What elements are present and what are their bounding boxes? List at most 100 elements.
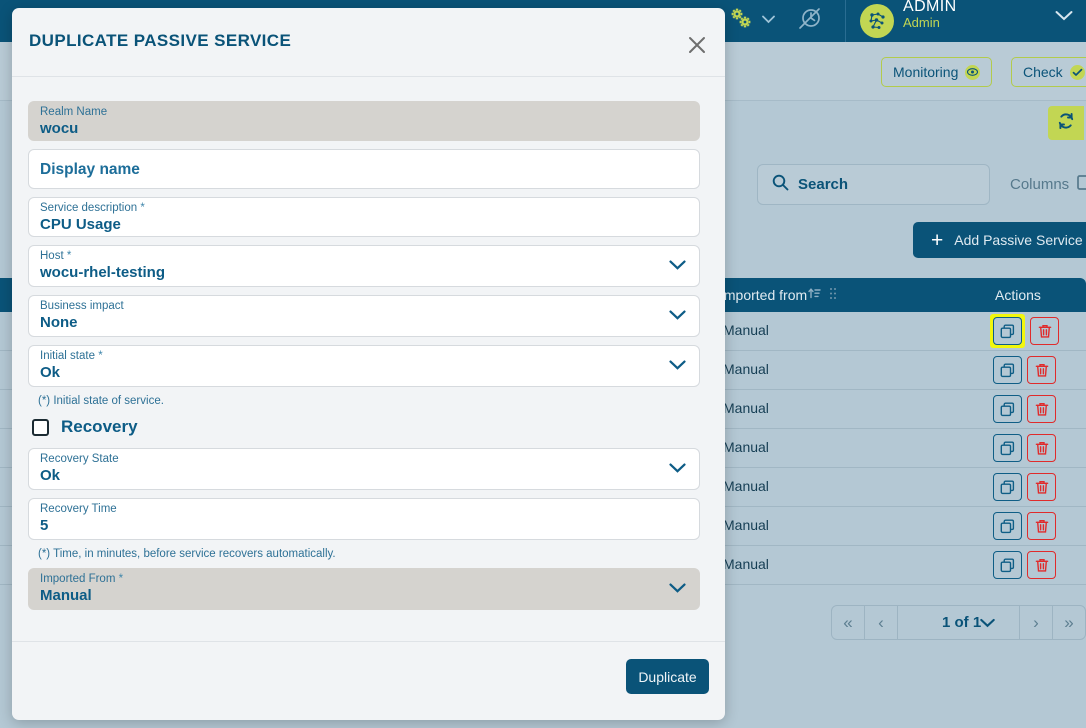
imported-from-select: Imported From * Manual bbox=[28, 568, 700, 610]
cell-imported-from: Manual bbox=[723, 439, 769, 455]
refresh-button[interactable] bbox=[1048, 106, 1084, 140]
imported-from-value: Manual bbox=[40, 587, 92, 604]
dialog-footer: Duplicate bbox=[12, 641, 725, 720]
trash-icon[interactable] bbox=[1030, 317, 1059, 345]
user-name: ADMIN bbox=[903, 0, 957, 15]
user-info[interactable]: ADMIN Admin bbox=[903, 0, 957, 29]
trash-icon[interactable] bbox=[1027, 356, 1056, 384]
row-actions bbox=[993, 512, 1056, 540]
trash-icon[interactable] bbox=[1027, 395, 1056, 423]
chevron-down-icon bbox=[669, 580, 686, 598]
app-root: ADMIN Admin Monitoring Check Search Colu… bbox=[0, 0, 1086, 728]
display-name-placeholder: Display name bbox=[40, 161, 140, 178]
duplicate-icon[interactable] bbox=[993, 551, 1022, 579]
recovery-time-hint: (*) Time, in minutes, before service rec… bbox=[38, 548, 336, 560]
cell-imported-from: Manual bbox=[723, 478, 769, 494]
duplicate-passive-service-dialog: DUPLICATE PASSIVE SERVICE Realm Name woc… bbox=[12, 8, 725, 720]
realm-name-label: Realm Name bbox=[40, 106, 108, 118]
cell-imported-from: Manual bbox=[723, 361, 769, 377]
required-asterisk: * bbox=[98, 350, 103, 362]
check-tab[interactable]: Check bbox=[1011, 57, 1086, 87]
chevron-down-icon bbox=[669, 460, 686, 478]
add-passive-service-button[interactable]: + Add Passive Service bbox=[913, 222, 1086, 258]
chevron-down-icon bbox=[669, 307, 686, 325]
service-description-field[interactable]: Service description * CPU Usage bbox=[28, 197, 700, 237]
row-actions bbox=[993, 356, 1056, 384]
dialog-body: Realm Name wocu Display name Service des… bbox=[12, 77, 725, 641]
user-chevron-down-icon[interactable] bbox=[1055, 8, 1073, 26]
trash-icon[interactable] bbox=[1027, 473, 1056, 501]
duplicate-icon[interactable] bbox=[993, 434, 1022, 462]
trash-icon[interactable] bbox=[1027, 512, 1056, 540]
plus-icon: + bbox=[931, 228, 944, 252]
host-value: wocu-rhel-testing bbox=[40, 264, 166, 281]
required-asterisk: * bbox=[118, 573, 124, 585]
recovery-toggle[interactable]: Recovery bbox=[32, 417, 709, 437]
refresh-icon bbox=[1057, 112, 1075, 135]
recovery-checkbox[interactable] bbox=[32, 418, 49, 436]
row-actions bbox=[993, 434, 1056, 462]
recovery-time-field[interactable]: Recovery Time 5 bbox=[28, 498, 700, 540]
columns-icon bbox=[1077, 174, 1086, 195]
history-clock-icon[interactable] bbox=[795, 5, 825, 33]
realm-name-field: Realm Name wocu bbox=[28, 101, 700, 141]
search-input[interactable]: Search bbox=[757, 164, 990, 205]
duplicate-button[interactable]: Duplicate bbox=[626, 659, 709, 694]
recovery-state-label: Recovery State bbox=[40, 453, 119, 465]
topbar-divider bbox=[845, 0, 846, 42]
pagination-page-selector[interactable]: 1 of 1 bbox=[898, 606, 1019, 639]
pagination-last-button[interactable]: » bbox=[1052, 606, 1085, 639]
required-asterisk: * bbox=[66, 250, 72, 262]
column-header-imported-from[interactable]: Imported from bbox=[720, 287, 807, 303]
duplicate-icon[interactable] bbox=[993, 317, 1022, 345]
monitoring-tab[interactable]: Monitoring bbox=[881, 57, 993, 87]
drag-grip-icon[interactable] bbox=[829, 287, 837, 303]
avatar-icon[interactable] bbox=[860, 4, 894, 38]
cell-imported-from: Manual bbox=[723, 322, 769, 338]
pagination-prev-button[interactable]: ‹ bbox=[865, 606, 898, 639]
trash-icon[interactable] bbox=[1027, 551, 1056, 579]
paginator: « ‹ 1 of 1 › » bbox=[831, 605, 1086, 640]
row-actions bbox=[990, 314, 1059, 348]
pagination-next-button[interactable]: › bbox=[1019, 606, 1052, 639]
monitoring-label: Monitoring bbox=[893, 64, 959, 80]
duplicate-icon[interactable] bbox=[993, 473, 1022, 501]
settings-chevron-down-icon[interactable] bbox=[760, 6, 776, 32]
realm-name-value: wocu bbox=[40, 120, 79, 137]
duplicate-icon[interactable] bbox=[993, 356, 1022, 384]
search-placeholder: Search bbox=[798, 176, 849, 193]
required-asterisk: * bbox=[140, 202, 145, 214]
initial-state-hint: (*) Initial state of service. bbox=[38, 395, 164, 407]
row-actions bbox=[993, 551, 1056, 579]
duplicate-icon[interactable] bbox=[993, 512, 1022, 540]
pagination-page-label: 1 of 1 bbox=[942, 614, 982, 631]
chevron-down-icon bbox=[669, 257, 686, 275]
initial-state-select[interactable]: Initial state * Ok bbox=[28, 345, 700, 387]
duplicate-action-highlight bbox=[990, 314, 1025, 348]
recovery-state-value: Ok bbox=[40, 467, 61, 484]
pagination-chevron-down-icon bbox=[980, 614, 995, 631]
columns-control[interactable]: Columns bbox=[1010, 174, 1086, 195]
initial-state-value: Ok bbox=[40, 364, 61, 381]
search-icon bbox=[772, 174, 789, 196]
close-icon[interactable] bbox=[681, 29, 713, 61]
row-actions bbox=[993, 473, 1056, 501]
imported-from-label: Imported From * bbox=[40, 573, 124, 585]
recovery-state-select[interactable]: Recovery State Ok bbox=[28, 448, 700, 490]
host-select[interactable]: Host * wocu-rhel-testing bbox=[28, 245, 700, 287]
dialog-title: DUPLICATE PASSIVE SERVICE bbox=[29, 31, 292, 50]
sort-icon[interactable] bbox=[808, 287, 821, 303]
display-name-field[interactable]: Display name bbox=[28, 149, 700, 189]
gears-icon[interactable] bbox=[726, 5, 756, 33]
initial-state-label: Initial state * bbox=[40, 350, 103, 362]
business-impact-select[interactable]: Business impact None bbox=[28, 295, 700, 337]
business-impact-label: Business impact bbox=[40, 300, 124, 312]
recovery-time-value: 5 bbox=[40, 517, 49, 534]
cell-imported-from: Manual bbox=[723, 400, 769, 416]
user-role: Admin bbox=[903, 14, 940, 30]
cell-imported-from: Manual bbox=[723, 517, 769, 533]
trash-icon[interactable] bbox=[1027, 434, 1056, 462]
row-actions bbox=[993, 395, 1056, 423]
pagination-first-button[interactable]: « bbox=[832, 606, 865, 639]
duplicate-icon[interactable] bbox=[993, 395, 1022, 423]
